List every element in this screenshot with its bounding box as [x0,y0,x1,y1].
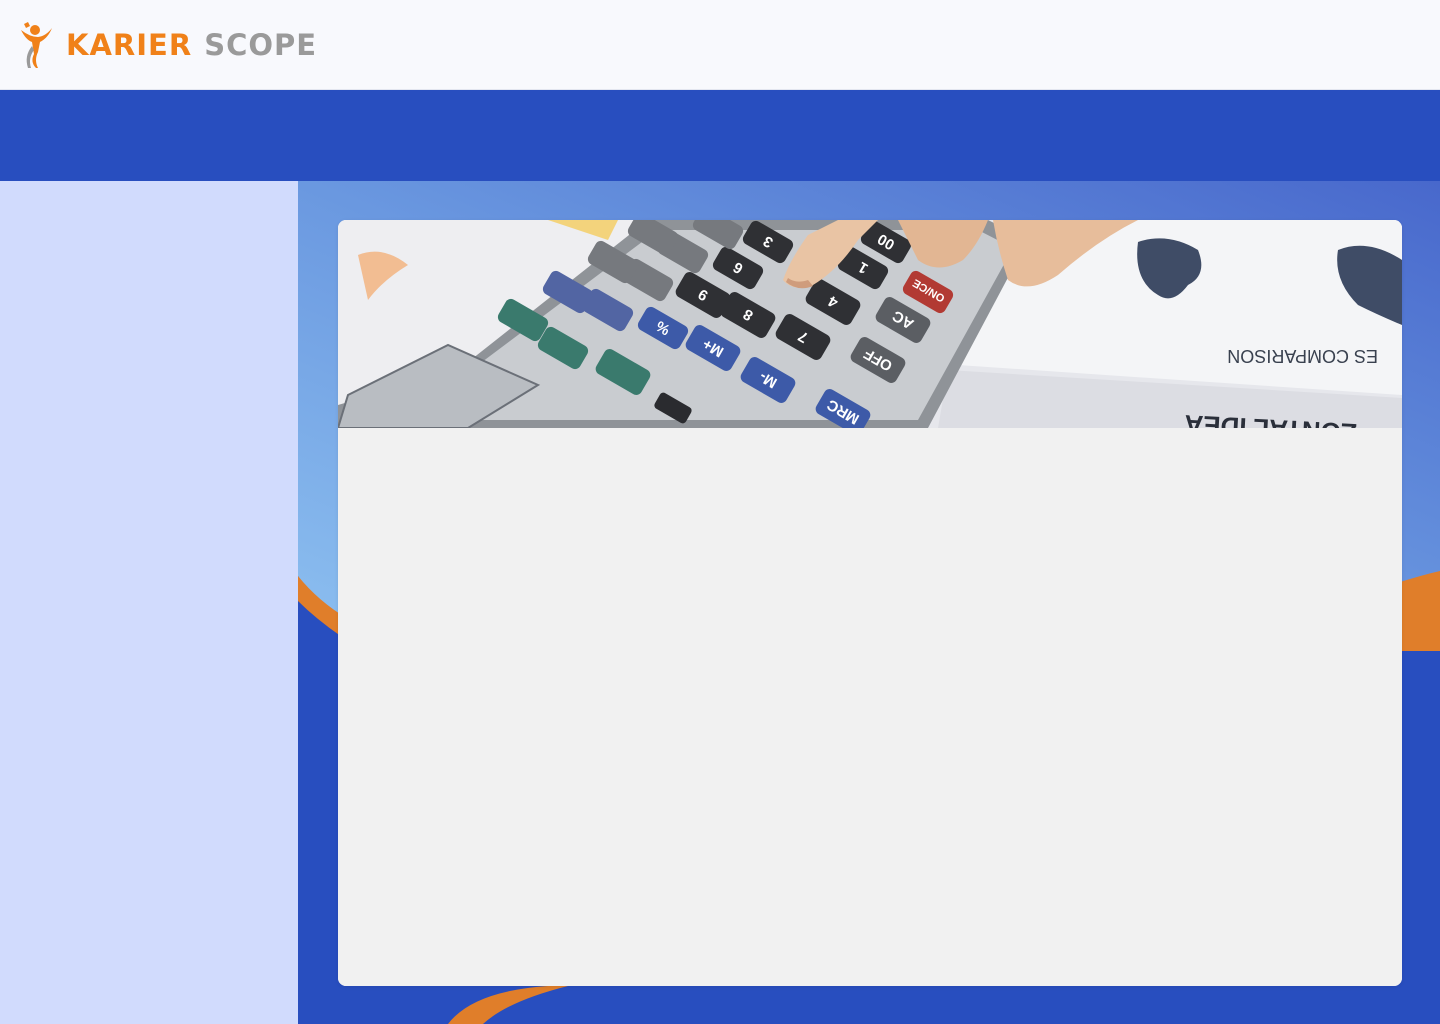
brand-name-primary: KARIER [66,28,193,62]
person-target-logo-icon [21,22,52,68]
main-content: ES COMPARISON ZONTAL IDEA MRC M- M+ % [298,181,1440,1024]
content-card: ES COMPARISON ZONTAL IDEA MRC M- M+ % [338,220,1402,986]
nav-banner-bar [0,90,1440,181]
brand-logo[interactable]: KARIER SCOPE [18,20,317,70]
brand-name-secondary: SCOPE [204,28,318,62]
document-text-comparison: ES COMPARISON [1227,346,1378,366]
sidebar [0,181,298,1024]
calculator-banner-image: ES COMPARISON ZONTAL IDEA MRC M- M+ % [338,220,1402,428]
top-header: KARIER SCOPE [0,0,1440,90]
card-body [338,428,1402,986]
brand-name: KARIER SCOPE [66,28,317,62]
